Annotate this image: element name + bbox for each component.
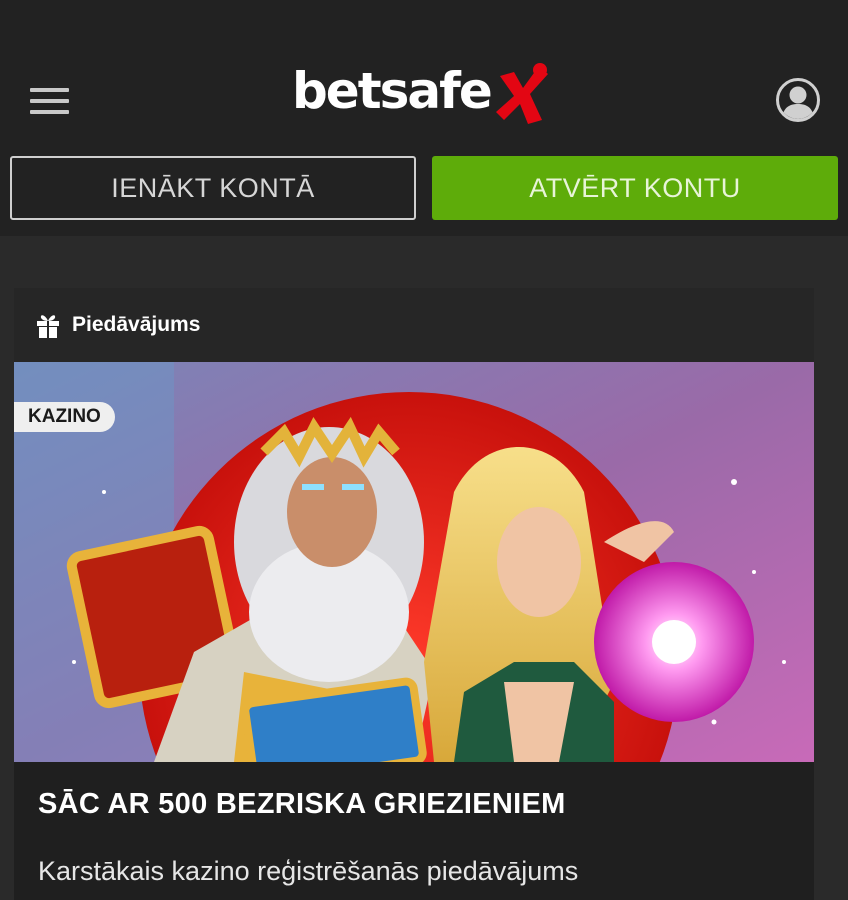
logo-x-icon: [496, 63, 548, 124]
menu-bar: [30, 110, 69, 114]
offer-section-label: Piedāvājums: [72, 313, 201, 336]
offer-banner-image[interactable]: KAZINO: [14, 362, 814, 762]
offer-card[interactable]: Piedāvājums KAZINO SĀC AR 500 BEZRISKA G…: [14, 288, 814, 900]
logo-text: betsafe: [292, 62, 493, 120]
user-profile-icon[interactable]: [776, 78, 820, 122]
hamburger-menu-icon[interactable]: [30, 86, 70, 116]
casino-badge: KAZINO: [14, 402, 115, 432]
menu-bar: [30, 99, 69, 103]
offer-card-header: Piedāvājums: [14, 288, 814, 362]
open-account-button[interactable]: ATVĒRT KONTU: [432, 156, 838, 220]
menu-bar: [30, 88, 69, 92]
betsafe-logo[interactable]: betsafe: [292, 60, 556, 126]
offer-description: Karstākais kazino reģistrēšanās piedāvāj…: [38, 856, 579, 886]
user-silhouette-icon: [782, 86, 814, 119]
slot-artwork: [14, 362, 814, 762]
top-header: betsafe IENĀKT KONTĀ ATVĒRT KONTU: [0, 0, 848, 236]
offer-title[interactable]: SĀC AR 500 BEZRISKA GRIEZIENIEM: [38, 788, 566, 821]
gift-icon: [37, 315, 59, 338]
login-button[interactable]: IENĀKT KONTĀ: [10, 156, 416, 220]
